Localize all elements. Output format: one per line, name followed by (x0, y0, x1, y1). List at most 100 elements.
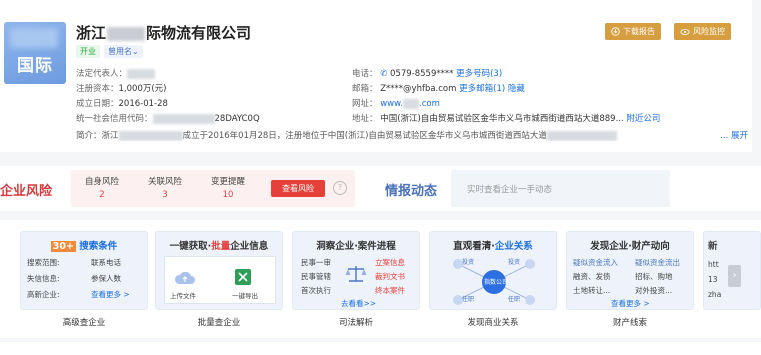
company-name[interactable]: 浙江 际物流有限公司 (76, 22, 251, 43)
promo-title-b: 企业关系 (494, 241, 533, 252)
website-suffix: .com (419, 99, 440, 109)
redacted-intro-tail (546, 130, 617, 141)
founded-label: 成立日期： (76, 99, 119, 109)
credit-code-row: 统一社会信用代码： 28DAYC0Q (76, 112, 260, 124)
promo-title-a: 一键获取· (169, 241, 212, 252)
promo-caption: 高级查企业 (62, 318, 106, 328)
hide-emails-link[interactable]: 隐藏 (508, 84, 525, 94)
risk-title: 企业风险 (0, 184, 53, 199)
email-value[interactable]: Z****@yhfba.com (380, 84, 456, 94)
promo-more-link[interactable]: 去看看>> (341, 298, 376, 309)
promo-caption: 司法解析 (338, 318, 373, 328)
promo-item: 失信信息: (27, 274, 60, 283)
more-phones-link[interactable]: 更多号码(3) (456, 69, 502, 79)
cloud-upload-icon (174, 271, 195, 284)
promo-card-advanced-search[interactable]: 30+ 搜索条件 搜索范围: 联系电话 失信信息: 参保人数 高新企业: 查看更… (20, 231, 148, 310)
eye-icon (680, 28, 690, 35)
asset-item: 招标、购地 (635, 272, 673, 281)
phone-value[interactable]: 0579-8559**** (390, 69, 453, 79)
more-emails-link[interactable]: 更多邮箱(1) (459, 84, 505, 94)
excel-icon (235, 269, 251, 285)
legal-rep-row: 法定代表人： (76, 67, 156, 79)
promo-title-a: 直观看清· (453, 241, 495, 252)
phone-label: 电话： (352, 69, 378, 79)
intel-title: 情报动态 (385, 184, 438, 199)
redaction-mask (107, 26, 146, 41)
change-alert[interactable]: 变更提醒 10 (211, 175, 245, 200)
credit-code-label: 统一社会信用代码： (76, 114, 153, 124)
promo-title-c: 企业信息 (230, 241, 269, 252)
edge-label: 投资 (508, 259, 521, 266)
related-risk-count: 3 (162, 190, 168, 200)
intel-feed-box[interactable]: 实时查看企业一手动态 (451, 170, 670, 207)
email-row: 邮箱： Z****@yhfba.com 更多邮箱(1) 隐藏 (352, 82, 525, 94)
website-link[interactable]: www. .com (380, 98, 440, 109)
promo-card-judicial[interactable]: 洞察企业·案件进程 民事一审 民事管辖 首次执行 立案信息 裁判文书 终本案件 … (292, 231, 420, 310)
view-risk-button[interactable]: 查看风险 (271, 180, 325, 197)
promo-caption: 发现商业关系 (467, 318, 519, 328)
website-label: 网址： (352, 99, 378, 109)
bottom-strip (0, 342, 761, 355)
capital-value: 1,000万(元) (118, 84, 167, 94)
intel-placeholder: 实时查看企业一手动态 (467, 185, 553, 195)
redacted-intro (118, 130, 183, 141)
partial-title: 新 (708, 241, 718, 252)
promo-item: 联系电话 (91, 258, 121, 267)
email-label: 邮箱： (352, 84, 378, 94)
nearby-companies-link[interactable]: 附近公司 (626, 114, 660, 124)
promo-title: 一键获取·批量企业信息 (156, 238, 282, 252)
expand-intro-link[interactable]: ... 展开 (716, 129, 748, 141)
judicial-left-item: 民事一审 (301, 258, 331, 267)
change-alert-label: 变更提醒 (211, 177, 246, 187)
partial-row: htt (708, 260, 719, 269)
asset-item: 融资、发债 (573, 272, 611, 281)
intro-label: 简介： (76, 131, 102, 141)
help-icon[interactable]: ? (333, 181, 347, 195)
promo-title: 直观看清·企业关系 (430, 238, 556, 252)
logo-text: 国际 (17, 56, 53, 76)
promo-title: 发现企业·财产动向 (590, 241, 670, 252)
risk-monitor-button[interactable]: 风险监控 (674, 23, 731, 40)
founded-value: 2016-01-28 (118, 99, 168, 109)
partial-row: zha (708, 290, 722, 299)
capital-label: 注册资本： (76, 84, 119, 94)
former-name-dropdown[interactable]: 曾用名⌄ (104, 45, 143, 58)
center-node-label: 指数公司 (484, 279, 509, 286)
asset-item: 疑似资金流出 (635, 258, 680, 267)
redacted-domain (403, 98, 419, 109)
promo-title: 洞察企业·案件进程 (316, 241, 396, 252)
edge-label: 任职 (508, 296, 521, 303)
website-prefix: www. (380, 99, 403, 109)
promo-card-batch-search[interactable]: 一键获取·批量企业信息 上传文件 一键导出 (155, 231, 283, 310)
address-value: 中国(浙江)自由贸易试验区金华市义乌市城西街道西站大道889... (380, 114, 624, 124)
founded-row: 成立日期：2016-01-28 (76, 97, 168, 109)
address-label: 地址： (352, 114, 378, 124)
intro-text: 成立于2016年01月28日，注册地位于中国(浙江)自由贸易试验区金华市义乌市城… (182, 131, 547, 141)
self-risk[interactable]: 自身风险 2 (85, 175, 119, 200)
conditions-badge: 30+ (50, 241, 76, 252)
download-icon (611, 27, 620, 36)
intro-prefix: 浙江 (101, 131, 119, 141)
promo-caption: 批量查企业 (197, 318, 241, 328)
capital-row: 注册资本：1,000万(元) (76, 82, 166, 94)
promo-caption: 财产线索 (612, 318, 647, 328)
company-name-prefix: 浙江 (76, 24, 107, 42)
company-title-row: 浙江 际物流有限公司 (76, 22, 251, 43)
promo-card-relations[interactable]: 直观看清·企业关系 指数公司 投资 投资 任职 任职 (429, 231, 557, 310)
phone-row: 电话： ✆ 0579-8559**** 更多号码(3) (352, 67, 502, 79)
promo-more-link[interactable]: 查看更多 > (91, 289, 130, 300)
download-report-button[interactable]: 下载报告 (605, 23, 661, 40)
redacted-name (127, 68, 156, 79)
promo-item: 参保人数 (91, 274, 121, 283)
promo-more-link[interactable]: 查看更多 > (611, 298, 650, 309)
judicial-left-item: 首次执行 (301, 286, 331, 295)
carousel-next-arrow[interactable]: › (728, 265, 741, 287)
feature-carousel: 30+ 搜索条件 搜索范围: 联系电话 失信信息: 参保人数 高新企业: 查看更… (0, 220, 761, 338)
change-alert-count: 10 (222, 190, 234, 200)
address-row: 地址： 中国(浙江)自由贸易试验区金华市义乌市城西街道西站大道889... 附近… (352, 112, 660, 124)
export-label: 一键导出 (232, 292, 258, 300)
related-risk[interactable]: 关联风险 3 (148, 175, 182, 200)
phone-icon: ✆ (380, 69, 388, 79)
tag-row: 开业 曾用名⌄ (76, 45, 143, 58)
promo-card-assets[interactable]: 发现企业·财产动向 疑似资金流入 疑似资金流出 融资、发债 招标、购地 土地转让… (566, 231, 694, 310)
